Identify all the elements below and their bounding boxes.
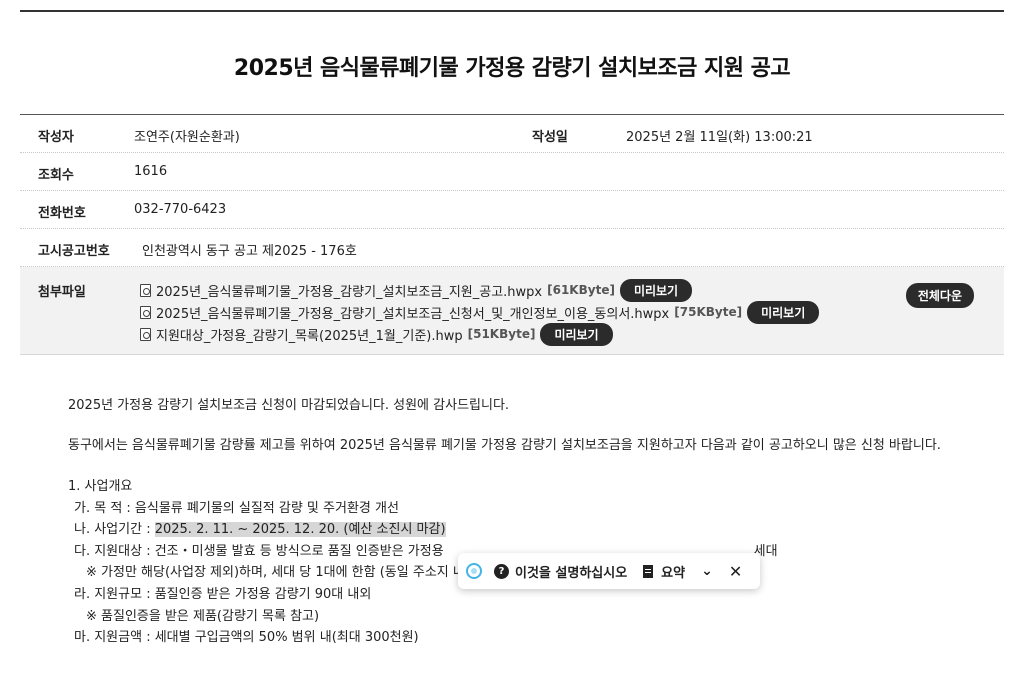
info-row-notice: 고시공고번호 인천광역시 동구 공고 제2025 - 176호 xyxy=(20,229,1004,267)
explain-label: 이것을 설명하십시오 xyxy=(515,565,628,581)
info-table: 작성자 조연주(자원순환과) 작성일 2025년 2월 11일(화) 13:00… xyxy=(20,114,1004,355)
attachment-size: [61KByte] xyxy=(547,283,615,297)
selected-text[interactable]: 2025. 2. 11. ~ 2025. 12. 20. (예산 소진시 마감) xyxy=(154,522,446,538)
assistant-logo-icon[interactable] xyxy=(466,563,482,579)
period-line: 나. 사업기간 : 2025. 2. 11. ~ 2025. 12. 20. (… xyxy=(68,519,958,541)
phone-value: 032-770-6423 xyxy=(134,202,227,217)
purpose-line: 가. 목 적 : 음식물류 폐기물의 실질적 감량 및 주거환경 개선 xyxy=(74,500,399,516)
document-icon xyxy=(643,564,654,578)
download-all-button[interactable]: 전체다운 xyxy=(905,283,974,308)
attachment-link[interactable]: 지원대상_가정용_감량기_목록(2025년_1월_기준).hwp xyxy=(156,325,463,344)
attachments-label: 첨부파일 xyxy=(38,285,86,300)
section-heading: 1. 사업개요 xyxy=(68,479,133,494)
question-icon: ? xyxy=(494,563,509,579)
explain-button[interactable]: ? 이것을 설명하십시오 xyxy=(494,562,627,581)
date-value: 2025년 2월 11일(화) 13:00:21 xyxy=(626,130,813,145)
top-rule xyxy=(20,10,1004,12)
phone-label: 전화번호 xyxy=(38,206,86,221)
file-list: 2025년_음식물류폐기물_가정용_감량기_설치보조금_지원_공고.hwpx [… xyxy=(140,278,820,346)
author-value: 조연주(자원순환과) xyxy=(134,130,240,145)
attachment-size: [75KByte] xyxy=(674,305,743,319)
close-icon[interactable]: ✕ xyxy=(729,562,742,581)
amount-line: 마. 지원금액 : 세대별 구입금액의 50% 범위 내(최대 300천원) xyxy=(74,630,419,646)
author-label: 작성자 xyxy=(38,130,74,145)
attachment-link[interactable]: 2025년_음식물류폐기물_가정용_감량기_설치보조금_지원_공고.hwpx xyxy=(156,281,542,300)
attachment-item: 2025년_음식물류폐기물_가정용_감량기_설치보조금_지원_공고.hwpx [… xyxy=(140,278,819,302)
chevron-down-icon[interactable]: ⌄ xyxy=(701,563,713,579)
hwp-file-icon xyxy=(140,283,151,297)
attachment-item: 지원대상_가정용_감량기_목록(2025년_1월_기준).hwp [51KByt… xyxy=(140,322,819,346)
attachments-row: 첨부파일 2025년_음식물류폐기물_가정용_감량기_설치보조금_지원_공고.h… xyxy=(20,267,1004,355)
preview-button[interactable]: 미리보기 xyxy=(619,278,693,302)
date-label: 작성일 xyxy=(532,130,568,145)
attachment-item: 2025년_음식물류폐기물_가정용_감량기_설치보조금_신청서_및_개인정보_이… xyxy=(140,300,820,324)
summary-button[interactable]: 요약 xyxy=(643,562,685,581)
hwp-file-icon xyxy=(140,327,151,341)
summary-label: 요약 xyxy=(661,565,686,581)
post-content: 2025년 가정용 감량기 설치보조금 신청이 마감되었습니다. 성원에 감사드… xyxy=(68,396,958,649)
preview-button[interactable]: 미리보기 xyxy=(540,322,613,346)
preview-button[interactable]: 미리보기 xyxy=(747,300,820,324)
info-row-author: 작성자 조연주(자원순환과) 작성일 2025년 2월 11일(화) 13:00… xyxy=(20,115,1004,153)
views-value: 1616 xyxy=(134,164,168,179)
closing-notice: 2025년 가정용 감량기 설치보조금 신청이 마감되었습니다. 성원에 감사드… xyxy=(68,398,510,413)
period-label: 나. 사업기간 : xyxy=(74,522,155,538)
intro-paragraph: 동구에서는 음식물류폐기물 감량률 제고를 위하여 2025년 음식물류 폐기물… xyxy=(68,438,941,453)
notice-value: 인천광역시 동구 공고 제2025 - 176호 xyxy=(142,244,357,259)
selection-assistant-toolbar: ? 이것을 설명하십시오 요약 ⌄ ✕ xyxy=(458,553,760,589)
info-row-phone: 전화번호 032-770-6423 xyxy=(20,191,1004,229)
hwp-file-icon xyxy=(140,305,151,319)
attachment-link[interactable]: 2025년_음식물류폐기물_가정용_감량기_설치보조금_신청서_및_개인정보_이… xyxy=(156,303,669,322)
attachment-size: [51KByte] xyxy=(467,327,536,341)
info-row-views: 조회수 1616 xyxy=(20,153,1004,191)
notice-label: 고시공고번호 xyxy=(38,244,110,259)
views-label: 조회수 xyxy=(38,168,74,183)
page-title: 2025년 음식물류폐기물 가정용 감량기 설치보조금 지원 공고 xyxy=(233,56,791,81)
scale-note: ※ 품질인증을 받은 제품(감량기 목록 참고) xyxy=(86,608,320,624)
target-text: 다. 지원대상 : 건조・미생물 발효 등 방식으로 품질 인증받은 가정용 xyxy=(74,543,444,559)
